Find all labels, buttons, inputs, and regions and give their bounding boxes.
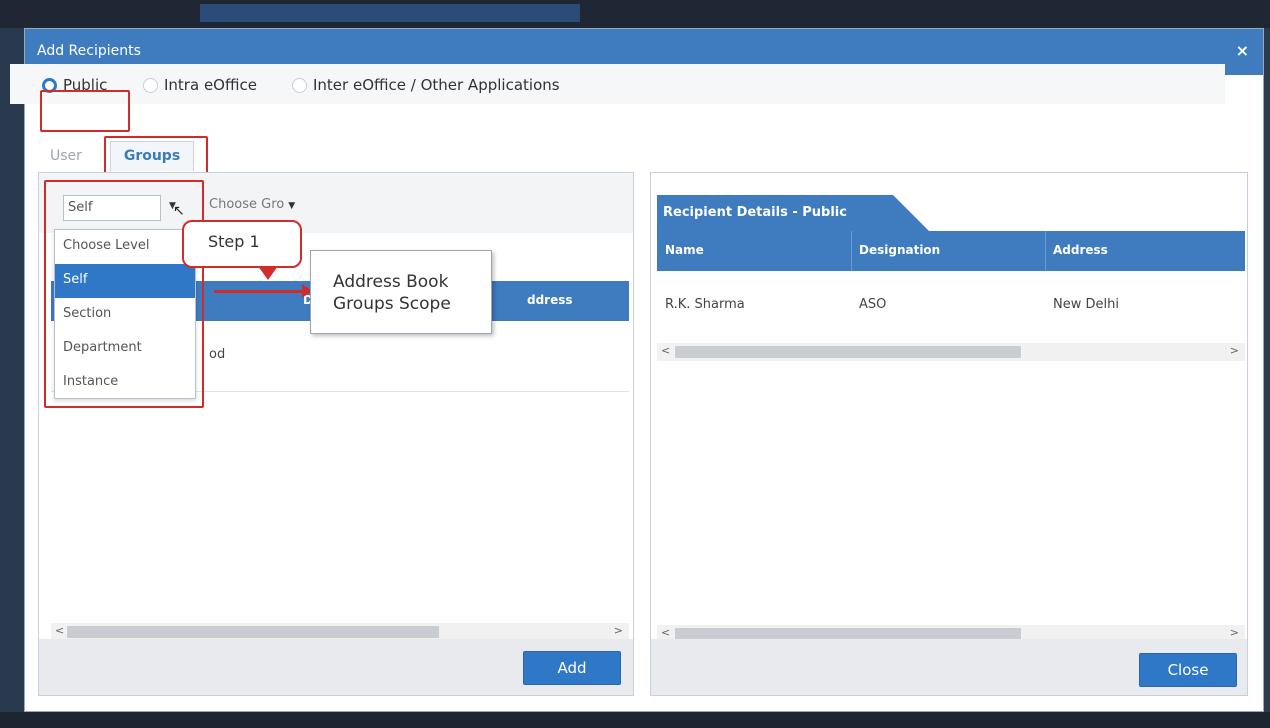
column-header-address-partial: ddress [527, 293, 573, 307]
scroll-thumb[interactable] [675, 346, 1021, 358]
annotation-arrow [214, 284, 312, 298]
radio-intra-eoffice-label: Intra eOffice [164, 76, 257, 94]
dropdown-option-section[interactable]: Section [55, 298, 195, 332]
dropdown-option-choose-level[interactable]: Choose Level [55, 230, 195, 264]
column-divider [1045, 231, 1046, 271]
recipient-type-radio-group: Public Intra eOffice Inter eOffice / Oth… [10, 64, 1225, 104]
scope-dropdown-list: Choose Level Self Section Department Ins… [54, 229, 196, 399]
right-table-scrollbar[interactable]: < > [657, 343, 1245, 361]
chevron-down-icon[interactable]: ▼ [288, 201, 295, 211]
recipient-details-title: Recipient Details - Public [663, 205, 847, 220]
radio-inter-eoffice[interactable]: Inter eOffice / Other Applications [292, 76, 560, 94]
recipient-details-panel: Recipient Details - Public Name Designat… [650, 172, 1248, 696]
column-divider [851, 231, 852, 271]
scroll-right-icon[interactable]: > [1230, 344, 1239, 357]
scroll-left-icon[interactable]: < [55, 624, 64, 637]
background-app-strip [200, 4, 580, 22]
right-button-bar: Close [651, 639, 1247, 695]
tab-user[interactable]: User [50, 148, 82, 164]
radio-public-dot[interactable] [42, 77, 57, 93]
annotation-info-line1: Address Book [333, 272, 449, 292]
left-button-bar: Add [39, 639, 633, 695]
radio-inter-eoffice-label: Inter eOffice / Other Applications [313, 76, 560, 94]
radio-public[interactable]: Public [42, 76, 107, 94]
radio-public-label: Public [63, 76, 108, 94]
scroll-right-icon[interactable]: > [1230, 626, 1239, 639]
recipient-table-header: Name Designation Address [657, 231, 1245, 271]
column-header-designation: Designation [859, 243, 941, 257]
column-header-address: Address [1053, 243, 1108, 257]
scroll-right-icon[interactable]: > [614, 624, 623, 637]
scroll-left-icon[interactable]: < [661, 344, 670, 357]
radio-intra-eoffice-dot[interactable] [143, 77, 158, 93]
background-sidebar [0, 28, 24, 728]
annotation-info-line2: Groups Scope [333, 294, 451, 314]
recipient-details-tab: Recipient Details - Public [657, 195, 929, 231]
close-icon[interactable]: × [1236, 41, 1249, 60]
tab-groups[interactable]: Groups [110, 141, 194, 171]
group-select-label: Choose Gro [209, 197, 285, 212]
step-callout-tail [258, 266, 278, 280]
dropdown-option-self[interactable]: Self [55, 264, 195, 298]
table-row[interactable]: R.K. Sharma ASO New Delhi [657, 283, 1245, 323]
background-footer [0, 712, 1270, 728]
row-cell-partial: od [209, 347, 226, 362]
cell-designation: ASO [859, 297, 887, 312]
cell-address: New Delhi [1053, 297, 1119, 312]
add-button[interactable]: Add [523, 651, 621, 685]
groups-toolbar: Self ▼ ↖ Choose Gro ▼ [39, 173, 633, 233]
dropdown-option-department[interactable]: Department [55, 332, 195, 366]
scroll-thumb[interactable] [67, 626, 439, 638]
dropdown-option-instance[interactable]: Instance [55, 366, 195, 400]
close-button[interactable]: Close [1139, 653, 1237, 687]
cell-name: R.K. Sharma [665, 297, 745, 312]
radio-inter-eoffice-dot[interactable] [292, 77, 307, 93]
column-header-name: Name [665, 243, 704, 257]
scope-select[interactable]: Self [63, 195, 161, 221]
step-callout: Step 1 [182, 220, 302, 268]
group-select[interactable]: Choose Gro ▼ [209, 197, 295, 212]
scroll-left-icon[interactable]: < [661, 626, 670, 639]
dialog-title: Add Recipients [37, 43, 141, 59]
mouse-cursor-icon: ↖ [173, 203, 185, 219]
radio-intra-eoffice[interactable]: Intra eOffice [143, 76, 257, 94]
annotation-info-box: Address Book Groups Scope [310, 250, 492, 334]
background-app-header [0, 0, 1270, 28]
